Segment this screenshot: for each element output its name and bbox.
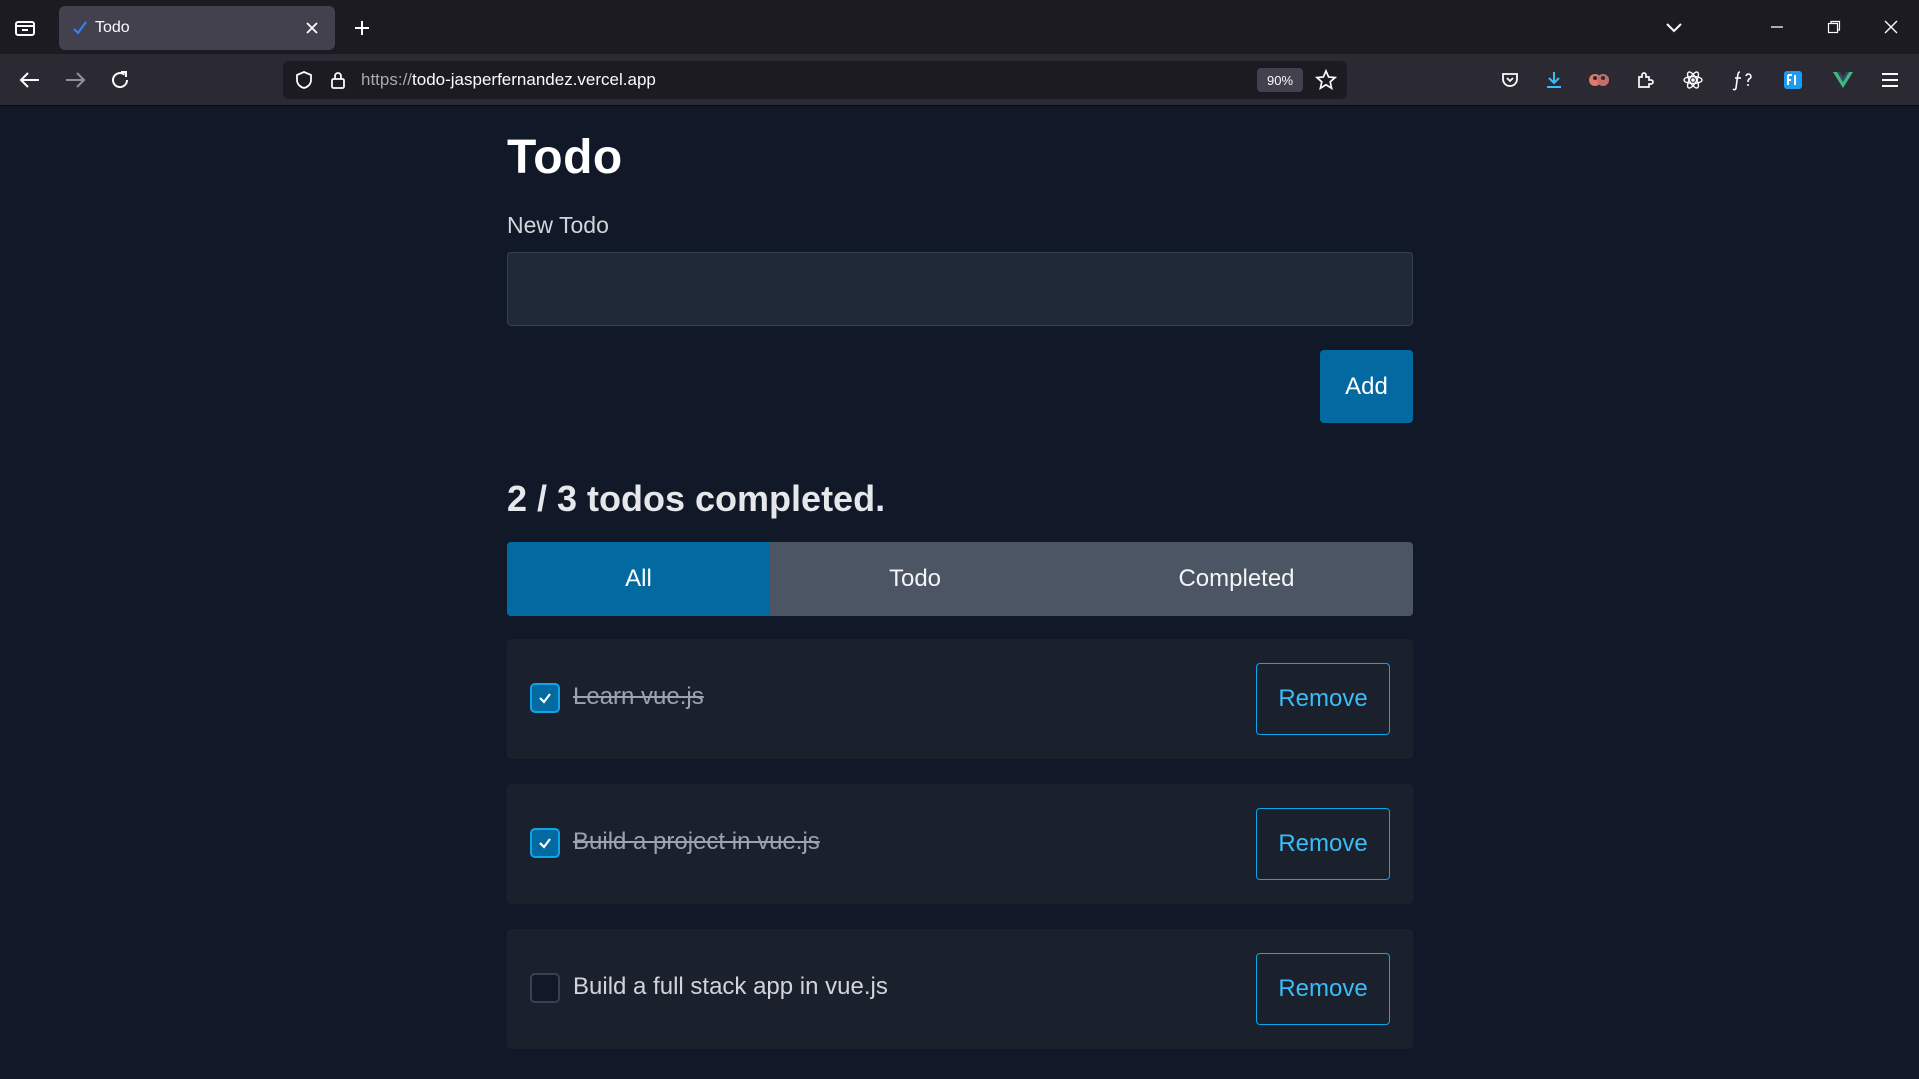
restore-window-icon[interactable] [1817, 12, 1851, 42]
reload-icon[interactable] [104, 64, 136, 96]
filter-tab-completed[interactable]: Completed [1060, 542, 1413, 616]
todo-checkbox[interactable] [530, 683, 560, 713]
extensions-puzzle-icon[interactable] [1630, 65, 1660, 95]
checkmark-favicon-icon [71, 19, 89, 37]
todo-text: Build a full stack app in vue.js [573, 973, 888, 1000]
checkmark-icon [539, 693, 551, 704]
todo-checkbox[interactable] [530, 973, 560, 1003]
react-devtools-icon[interactable] [1678, 65, 1708, 95]
new-todo-label: New Todo [507, 212, 609, 238]
todo-item: Build a full stack app in vue.js Remove [507, 929, 1413, 1049]
filter-tab-todo[interactable]: Todo [770, 542, 1060, 616]
back-arrow-icon[interactable] [14, 64, 46, 96]
browser-tab-todo[interactable]: Todo [59, 6, 335, 50]
minimize-window-icon[interactable] [1760, 12, 1794, 42]
new-tab-plus-icon[interactable] [348, 14, 376, 42]
account-avatar-extension-icon[interactable] [1584, 65, 1614, 95]
bookmark-star-icon[interactable] [1314, 68, 1338, 91]
todo-item: Learn vue.js Remove [507, 639, 1413, 759]
url-text[interactable]: https://todo-jasperfernandez.vercel.app [361, 70, 656, 90]
close-window-icon[interactable] [1874, 12, 1908, 42]
filter-tab-all[interactable]: All [507, 542, 770, 616]
url-scheme: https:// [361, 70, 413, 89]
zoom-level-badge[interactable]: 90% [1257, 68, 1303, 92]
tab-list-icon[interactable] [10, 14, 40, 42]
fakefiller-extension-icon[interactable] [1778, 65, 1808, 95]
add-button[interactable]: Add [1320, 350, 1413, 423]
close-tab-icon[interactable] [299, 15, 325, 41]
browser-nav-bar: https://todo-jasperfernandez.vercel.app … [0, 54, 1919, 106]
completion-summary: 2 / 3 todos completed. [507, 478, 886, 519]
forward-arrow-icon[interactable] [59, 64, 91, 96]
pocket-icon[interactable] [1495, 65, 1525, 95]
address-bar[interactable]: https://todo-jasperfernandez.vercel.app … [283, 61, 1347, 99]
remove-button[interactable]: Remove [1256, 663, 1390, 735]
tracking-protection-shield-icon[interactable] [294, 70, 314, 90]
checkmark-icon [539, 838, 551, 849]
tab-title: Todo [95, 19, 130, 36]
lock-icon[interactable] [328, 70, 348, 90]
browser-tab-bar: Todo [0, 0, 1919, 54]
remove-button[interactable]: Remove [1256, 808, 1390, 880]
app-menu-hamburger-icon[interactable] [1875, 65, 1905, 95]
new-todo-input[interactable] [507, 252, 1413, 326]
todo-text: Learn vue.js [573, 683, 704, 710]
font-identifier-icon[interactable] [1728, 65, 1758, 95]
url-host: todo-jasperfernandez.vercel.app [412, 70, 656, 89]
page-title: Todo [507, 131, 623, 184]
downloads-icon[interactable] [1539, 65, 1569, 95]
list-all-tabs-chevron-icon[interactable] [1657, 12, 1691, 42]
todo-item: Build a project in vue.js Remove [507, 784, 1413, 904]
todo-checkbox[interactable] [530, 828, 560, 858]
remove-button[interactable]: Remove [1256, 953, 1390, 1025]
todo-text: Build a project in vue.js [573, 828, 820, 855]
vue-devtools-icon[interactable] [1828, 65, 1858, 95]
filter-tabs: All Todo Completed [507, 542, 1413, 616]
